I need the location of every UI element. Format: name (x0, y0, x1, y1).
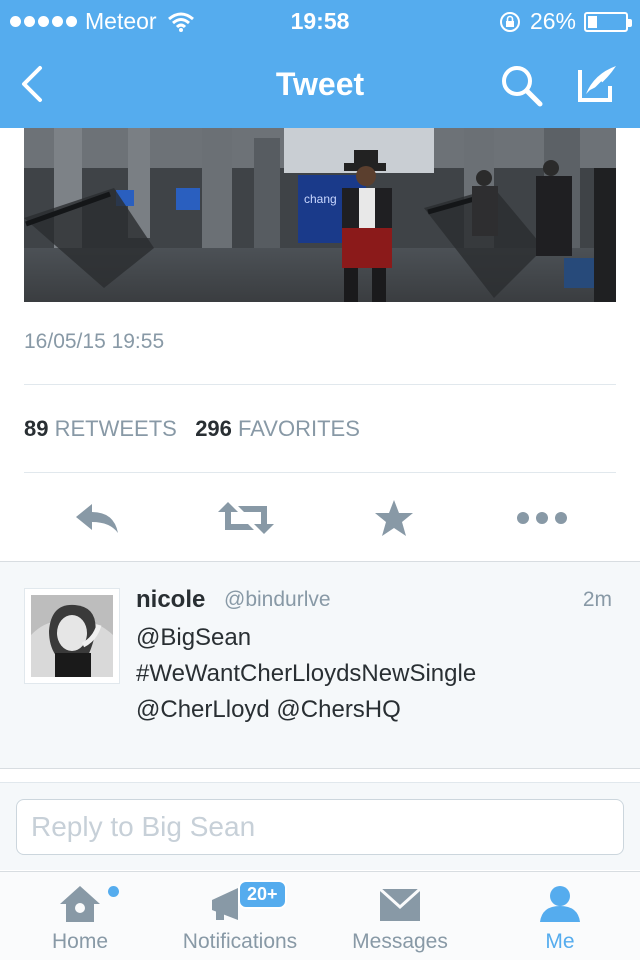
profile-person-icon (540, 886, 580, 922)
reply-time: 2m (582, 588, 612, 611)
notifications-badge: 20+ (238, 880, 287, 909)
more-button[interactable] (514, 490, 570, 546)
more-icon (517, 512, 567, 524)
tab-bar: Home 20+ Notifications Messages Me (0, 871, 640, 960)
reply-compose-bar (0, 782, 640, 870)
reply-button[interactable] (70, 490, 126, 546)
tab-me-label: Me (545, 930, 575, 953)
tab-notifications-label: Notifications (182, 930, 298, 953)
reply-text: @BigSean #WeWantCherLloydsNewSingle @Che… (136, 620, 606, 728)
retweet-icon (218, 502, 274, 534)
reply-text-line[interactable]: @CherLloyd @ChersHQ (136, 692, 606, 728)
avatar[interactable] (24, 588, 120, 684)
tweet-timestamp: 16/05/15 19:55 (24, 330, 165, 353)
favorite-star-icon (375, 500, 413, 536)
compose-icon[interactable] (572, 60, 620, 108)
favorite-button[interactable] (366, 490, 422, 546)
nav-bar: Tweet (0, 40, 640, 128)
home-unread-dot (108, 886, 119, 897)
battery-icon (584, 11, 632, 32)
envelope-icon (379, 888, 421, 921)
search-icon[interactable] (498, 62, 544, 108)
battery-level (588, 15, 597, 28)
reply-input[interactable] (16, 799, 624, 855)
divider (24, 384, 616, 385)
tweet-photo-image: chang (24, 128, 616, 302)
retweet-button[interactable] (218, 490, 274, 546)
rotation-lock-icon (499, 11, 520, 32)
battery-percent: 26% (529, 8, 576, 34)
tab-messages-label: Messages (352, 930, 448, 953)
page-title: Tweet (275, 66, 365, 102)
reply-text-line[interactable]: #WeWantCherLloydsNewSingle (136, 656, 606, 692)
reply-tweet[interactable]: nicole @bindurlve 2m @BigSean #WeWantChe… (0, 561, 640, 769)
tab-notifications[interactable]: 20+ Notifications (160, 872, 320, 960)
divider (24, 472, 616, 473)
retweets-count[interactable]: 89 (24, 416, 48, 441)
status-right: 26% (498, 8, 632, 35)
tweet-actions (0, 490, 640, 546)
reply-author-handle[interactable]: @bindurlve (224, 588, 331, 612)
tab-home[interactable]: Home (0, 872, 160, 960)
favorites-count[interactable]: 296 (195, 416, 232, 441)
reply-icon (76, 504, 118, 533)
retweets-label[interactable]: RETWEETS (55, 416, 177, 441)
status-bar: Meteor 19:58 26% (0, 0, 640, 40)
tweet-stats: 89 RETWEETS 296 FAVORITES (24, 416, 360, 442)
reply-author-name[interactable]: nicole (136, 586, 205, 614)
photo-sign-text: chang (304, 192, 337, 206)
favorites-label[interactable]: FAVORITES (238, 416, 360, 441)
app-header: Meteor 19:58 26% Tweet (0, 0, 640, 128)
tab-messages[interactable]: Messages (320, 872, 480, 960)
tab-home-label: Home (51, 930, 109, 953)
reply-text-line[interactable]: @BigSean (136, 620, 606, 656)
tab-me[interactable]: Me (480, 872, 640, 960)
tweet-photo[interactable]: chang (24, 128, 616, 302)
avatar-image (31, 595, 113, 677)
home-icon (60, 886, 100, 922)
